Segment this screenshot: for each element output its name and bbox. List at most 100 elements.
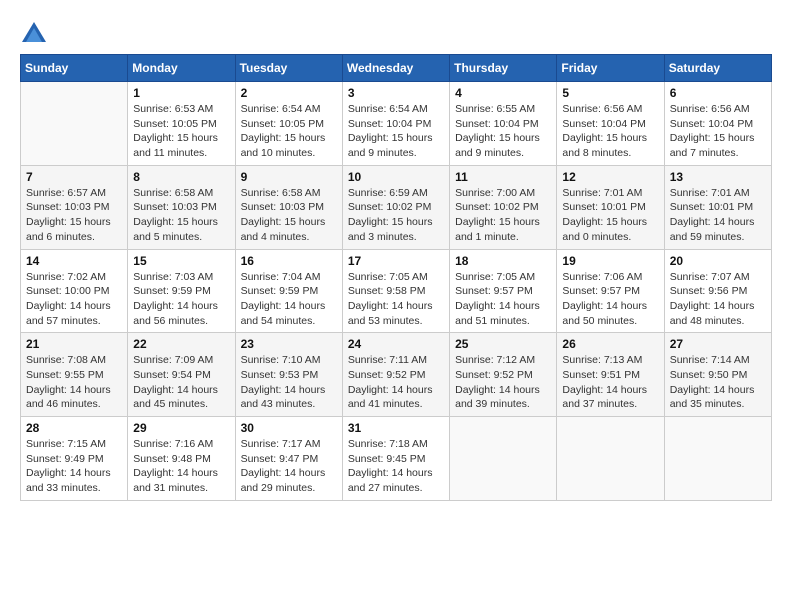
weekday-header: Saturday bbox=[664, 55, 771, 82]
calendar-cell: 19 Sunrise: 7:06 AM Sunset: 9:57 PM Dayli… bbox=[557, 249, 664, 333]
day-info: Sunrise: 7:00 AM Sunset: 10:02 PM Daylig… bbox=[455, 186, 551, 245]
calendar-cell: 6 Sunrise: 6:56 AM Sunset: 10:04 PM Dayli… bbox=[664, 82, 771, 166]
day-info: Sunrise: 7:01 AM Sunset: 10:01 PM Daylig… bbox=[670, 186, 766, 245]
day-info: Sunrise: 6:53 AM Sunset: 10:05 PM Daylig… bbox=[133, 102, 229, 161]
day-info: Sunrise: 6:58 AM Sunset: 10:03 PM Daylig… bbox=[241, 186, 337, 245]
logo bbox=[20, 20, 52, 48]
calendar-cell: 10 Sunrise: 6:59 AM Sunset: 10:02 PM Dayl… bbox=[342, 165, 449, 249]
calendar-cell: 30Sunrise: 7:17 AM Sunset: 9:47 PM Dayli… bbox=[235, 417, 342, 501]
calendar-cell: 16 Sunrise: 7:04 AM Sunset: 9:59 PM Dayli… bbox=[235, 249, 342, 333]
calendar-cell: 27 Sunrise: 7:14 AM Sunset: 9:50 PM Dayli… bbox=[664, 333, 771, 417]
day-info: Sunrise: 6:56 AM Sunset: 10:04 PM Daylig… bbox=[670, 102, 766, 161]
day-info: Sunrise: 6:59 AM Sunset: 10:02 PM Daylig… bbox=[348, 186, 444, 245]
day-info: Sunrise: 7:12 AM Sunset: 9:52 PM Dayligh… bbox=[455, 353, 551, 412]
day-number: 7 bbox=[26, 170, 122, 184]
day-number: 14 bbox=[26, 254, 122, 268]
calendar-cell: 3 Sunrise: 6:54 AM Sunset: 10:04 PM Dayli… bbox=[342, 82, 449, 166]
day-number: 10 bbox=[348, 170, 444, 184]
calendar-week-row: 1 Sunrise: 6:53 AM Sunset: 10:05 PM Dayli… bbox=[21, 82, 772, 166]
calendar-cell: 23 Sunrise: 7:10 AM Sunset: 9:53 PM Dayli… bbox=[235, 333, 342, 417]
day-number: 3 bbox=[348, 86, 444, 100]
calendar-week-row: 21Sunrise: 7:08 AM Sunset: 9:55 PM Dayli… bbox=[21, 333, 772, 417]
day-info: Sunrise: 7:15 AM Sunset: 9:49 PM Dayligh… bbox=[26, 437, 122, 496]
page-header bbox=[20, 20, 772, 48]
calendar-cell: 25 Sunrise: 7:12 AM Sunset: 9:52 PM Dayli… bbox=[450, 333, 557, 417]
day-info: Sunrise: 7:14 AM Sunset: 9:50 PM Dayligh… bbox=[670, 353, 766, 412]
day-number: 17 bbox=[348, 254, 444, 268]
calendar-cell bbox=[557, 417, 664, 501]
calendar-cell: 21Sunrise: 7:08 AM Sunset: 9:55 PM Dayli… bbox=[21, 333, 128, 417]
day-number: 19 bbox=[562, 254, 658, 268]
day-number: 31 bbox=[348, 421, 444, 435]
day-info: Sunrise: 7:03 AM Sunset: 9:59 PM Dayligh… bbox=[133, 270, 229, 329]
calendar-week-row: 7Sunrise: 6:57 AM Sunset: 10:03 PM Dayli… bbox=[21, 165, 772, 249]
calendar-cell: 2 Sunrise: 6:54 AM Sunset: 10:05 PM Dayli… bbox=[235, 82, 342, 166]
day-info: Sunrise: 7:18 AM Sunset: 9:45 PM Dayligh… bbox=[348, 437, 444, 496]
day-info: Sunrise: 7:01 AM Sunset: 10:01 PM Daylig… bbox=[562, 186, 658, 245]
calendar-cell bbox=[21, 82, 128, 166]
weekday-header: Sunday bbox=[21, 55, 128, 82]
calendar-cell: 15 Sunrise: 7:03 AM Sunset: 9:59 PM Dayli… bbox=[128, 249, 235, 333]
day-number: 27 bbox=[670, 337, 766, 351]
calendar-cell: 29 Sunrise: 7:16 AM Sunset: 9:48 PM Dayli… bbox=[128, 417, 235, 501]
calendar-cell bbox=[450, 417, 557, 501]
weekday-header: Wednesday bbox=[342, 55, 449, 82]
day-number: 18 bbox=[455, 254, 551, 268]
weekday-header: Thursday bbox=[450, 55, 557, 82]
day-info: Sunrise: 6:58 AM Sunset: 10:03 PM Daylig… bbox=[133, 186, 229, 245]
day-number: 5 bbox=[562, 86, 658, 100]
day-info: Sunrise: 7:06 AM Sunset: 9:57 PM Dayligh… bbox=[562, 270, 658, 329]
calendar-cell: 12 Sunrise: 7:01 AM Sunset: 10:01 PM Dayl… bbox=[557, 165, 664, 249]
day-info: Sunrise: 7:17 AM Sunset: 9:47 PM Dayligh… bbox=[241, 437, 337, 496]
day-number: 8 bbox=[133, 170, 229, 184]
calendar-cell: 13 Sunrise: 7:01 AM Sunset: 10:01 PM Dayl… bbox=[664, 165, 771, 249]
calendar-cell: 18 Sunrise: 7:05 AM Sunset: 9:57 PM Dayli… bbox=[450, 249, 557, 333]
day-info: Sunrise: 6:54 AM Sunset: 10:05 PM Daylig… bbox=[241, 102, 337, 161]
day-info: Sunrise: 7:07 AM Sunset: 9:56 PM Dayligh… bbox=[670, 270, 766, 329]
weekday-header-row: SundayMondayTuesdayWednesdayThursdayFrid… bbox=[21, 55, 772, 82]
day-info: Sunrise: 7:05 AM Sunset: 9:57 PM Dayligh… bbox=[455, 270, 551, 329]
day-number: 25 bbox=[455, 337, 551, 351]
day-number: 12 bbox=[562, 170, 658, 184]
day-info: Sunrise: 7:08 AM Sunset: 9:55 PM Dayligh… bbox=[26, 353, 122, 412]
day-info: Sunrise: 7:16 AM Sunset: 9:48 PM Dayligh… bbox=[133, 437, 229, 496]
day-number: 23 bbox=[241, 337, 337, 351]
calendar-table: SundayMondayTuesdayWednesdayThursdayFrid… bbox=[20, 54, 772, 501]
calendar-cell: 14 Sunrise: 7:02 AM Sunset: 10:00 PM Dayl… bbox=[21, 249, 128, 333]
day-number: 16 bbox=[241, 254, 337, 268]
day-number: 13 bbox=[670, 170, 766, 184]
day-info: Sunrise: 6:54 AM Sunset: 10:04 PM Daylig… bbox=[348, 102, 444, 161]
logo-icon bbox=[20, 20, 48, 48]
calendar-week-row: 28 Sunrise: 7:15 AM Sunset: 9:49 PM Dayli… bbox=[21, 417, 772, 501]
calendar-cell: 9 Sunrise: 6:58 AM Sunset: 10:03 PM Dayli… bbox=[235, 165, 342, 249]
day-info: Sunrise: 7:02 AM Sunset: 10:00 PM Daylig… bbox=[26, 270, 122, 329]
day-number: 29 bbox=[133, 421, 229, 435]
day-number: 15 bbox=[133, 254, 229, 268]
day-info: Sunrise: 7:04 AM Sunset: 9:59 PM Dayligh… bbox=[241, 270, 337, 329]
day-number: 28 bbox=[26, 421, 122, 435]
day-number: 2 bbox=[241, 86, 337, 100]
day-info: Sunrise: 7:11 AM Sunset: 9:52 PM Dayligh… bbox=[348, 353, 444, 412]
day-number: 9 bbox=[241, 170, 337, 184]
calendar-cell: 24Sunrise: 7:11 AM Sunset: 9:52 PM Dayli… bbox=[342, 333, 449, 417]
calendar-cell: 22Sunrise: 7:09 AM Sunset: 9:54 PM Dayli… bbox=[128, 333, 235, 417]
day-info: Sunrise: 7:09 AM Sunset: 9:54 PM Dayligh… bbox=[133, 353, 229, 412]
calendar-cell: 4Sunrise: 6:55 AM Sunset: 10:04 PM Dayli… bbox=[450, 82, 557, 166]
calendar-cell: 8 Sunrise: 6:58 AM Sunset: 10:03 PM Dayli… bbox=[128, 165, 235, 249]
day-info: Sunrise: 7:05 AM Sunset: 9:58 PM Dayligh… bbox=[348, 270, 444, 329]
calendar-cell: 20Sunrise: 7:07 AM Sunset: 9:56 PM Dayli… bbox=[664, 249, 771, 333]
weekday-header: Friday bbox=[557, 55, 664, 82]
day-info: Sunrise: 6:56 AM Sunset: 10:04 PM Daylig… bbox=[562, 102, 658, 161]
day-number: 1 bbox=[133, 86, 229, 100]
day-info: Sunrise: 7:10 AM Sunset: 9:53 PM Dayligh… bbox=[241, 353, 337, 412]
calendar-cell: 17 Sunrise: 7:05 AM Sunset: 9:58 PM Dayli… bbox=[342, 249, 449, 333]
calendar-cell: 7Sunrise: 6:57 AM Sunset: 10:03 PM Dayli… bbox=[21, 165, 128, 249]
day-number: 6 bbox=[670, 86, 766, 100]
calendar-cell: 5 Sunrise: 6:56 AM Sunset: 10:04 PM Dayli… bbox=[557, 82, 664, 166]
weekday-header: Tuesday bbox=[235, 55, 342, 82]
day-info: Sunrise: 7:13 AM Sunset: 9:51 PM Dayligh… bbox=[562, 353, 658, 412]
calendar-cell: 11 Sunrise: 7:00 AM Sunset: 10:02 PM Dayl… bbox=[450, 165, 557, 249]
calendar-cell: 1 Sunrise: 6:53 AM Sunset: 10:05 PM Dayli… bbox=[128, 82, 235, 166]
calendar-cell bbox=[664, 417, 771, 501]
day-number: 11 bbox=[455, 170, 551, 184]
